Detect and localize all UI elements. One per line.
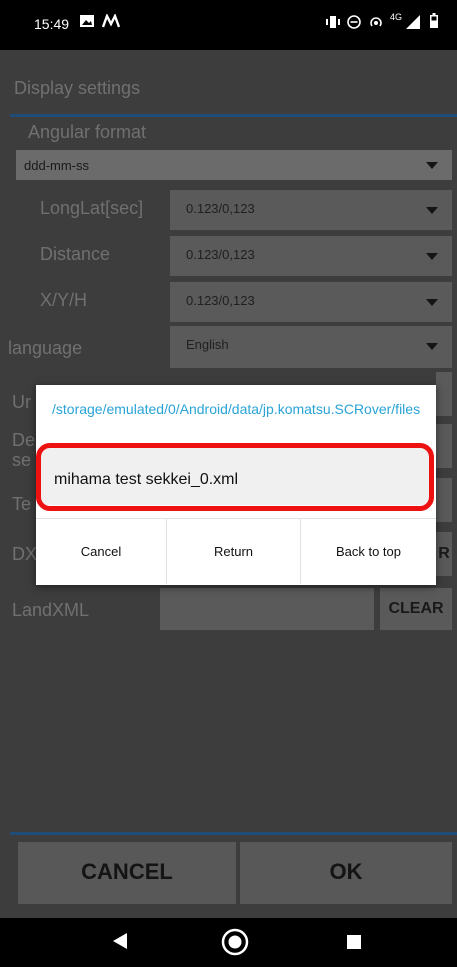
chevron-down-icon bbox=[426, 207, 438, 214]
landxml-field[interactable] bbox=[160, 588, 374, 630]
signal-icon bbox=[406, 15, 420, 32]
language-dropdown[interactable]: English bbox=[170, 326, 452, 368]
landxml-label: LandXML bbox=[12, 600, 90, 620]
page-title: Display settings bbox=[14, 78, 141, 98]
chevron-down-icon bbox=[426, 343, 438, 350]
image-icon bbox=[80, 15, 94, 30]
dialog-cancel-button[interactable]: Cancel bbox=[36, 518, 166, 584]
bottom-divider bbox=[10, 832, 457, 835]
language-value: English bbox=[186, 337, 229, 352]
units-dropdown-partial[interactable] bbox=[436, 372, 452, 416]
angular-format-value: ddd-mm-ss bbox=[24, 158, 90, 173]
angular-format-label: Angular format bbox=[28, 122, 147, 142]
dialog-return-button[interactable]: Return bbox=[166, 518, 300, 584]
design-label-partial: De bbox=[12, 430, 36, 450]
home-icon[interactable] bbox=[220, 927, 250, 962]
status-time: 15:49 bbox=[34, 16, 70, 32]
longlat-dropdown[interactable]: 0.123/0,123 bbox=[170, 190, 452, 230]
longlat-label: LongLat[sec] bbox=[40, 198, 144, 218]
design-dropdown-partial[interactable] bbox=[436, 424, 452, 468]
distance-dropdown[interactable]: 0.123/0,123 bbox=[170, 236, 452, 276]
distance-value: 0.123/0,123 bbox=[186, 247, 255, 262]
battery-icon bbox=[430, 13, 438, 31]
dx-clear-button[interactable]: R bbox=[436, 532, 452, 576]
chevron-down-icon bbox=[426, 299, 438, 306]
chevron-down-icon bbox=[426, 253, 438, 260]
angular-format-dropdown[interactable]: ddd-mm-ss bbox=[16, 150, 452, 180]
chevron-down-icon bbox=[426, 162, 438, 169]
navigation-bar bbox=[0, 918, 457, 967]
xyh-value: 0.123/0,123 bbox=[186, 293, 255, 308]
recents-icon[interactable] bbox=[347, 935, 361, 954]
longlat-value: 0.123/0,123 bbox=[186, 201, 255, 216]
ok-button[interactable]: OK bbox=[240, 842, 452, 904]
te-dropdown-partial[interactable] bbox=[436, 478, 452, 522]
dx-label-partial: DX bbox=[12, 544, 38, 564]
dnd-icon bbox=[347, 15, 361, 32]
units-label-partial: Ur bbox=[12, 392, 31, 412]
language-label: language bbox=[8, 338, 83, 358]
status-bar: 15:49 4G bbox=[0, 0, 457, 50]
hotspot-icon bbox=[368, 15, 384, 32]
design-label-partial-2: se bbox=[12, 450, 32, 470]
vibrate-icon bbox=[325, 15, 341, 32]
4g-icon: 4G bbox=[390, 12, 403, 22]
back-icon[interactable] bbox=[113, 933, 127, 954]
m-icon bbox=[101, 12, 121, 31]
xyh-dropdown[interactable]: 0.123/0,123 bbox=[170, 282, 452, 322]
landxml-clear-button[interactable]: CLEAR bbox=[380, 588, 452, 630]
dialog-back-to-top-button[interactable]: Back to top bbox=[300, 518, 436, 584]
cancel-button[interactable]: CANCEL bbox=[18, 842, 236, 904]
title-divider bbox=[10, 114, 457, 117]
te-label-partial: Te bbox=[12, 494, 32, 514]
xyh-label: X/Y/H bbox=[40, 290, 88, 310]
highlight-box bbox=[36, 443, 434, 511]
file-dialog: /storage/emulated/0/Android/data/jp.koma… bbox=[36, 385, 436, 585]
distance-label: Distance bbox=[40, 244, 111, 264]
file-path: /storage/emulated/0/Android/data/jp.koma… bbox=[52, 401, 421, 417]
